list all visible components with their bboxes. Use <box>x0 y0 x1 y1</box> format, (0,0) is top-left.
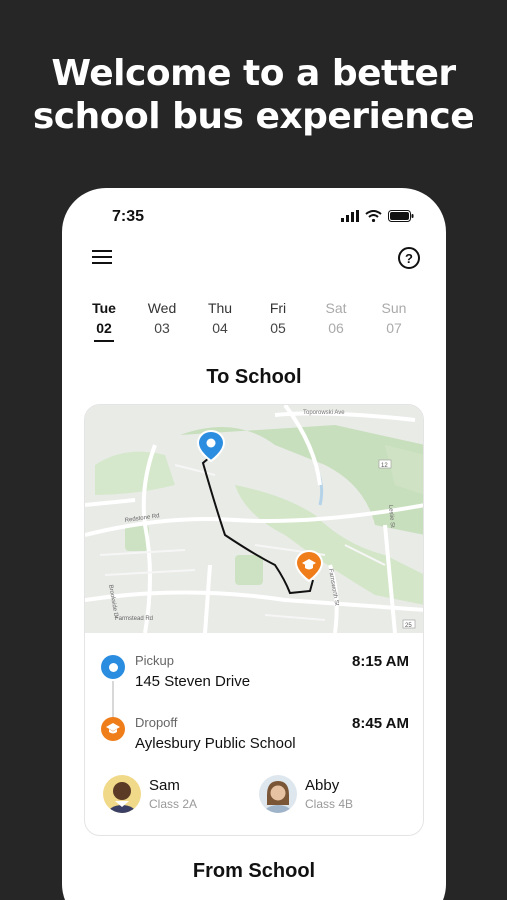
headline-line-1: Welcome to a better <box>51 53 456 94</box>
trip-card-to-school[interactable]: Toporowski Ave Redstone Rd Farnsworth St… <box>84 404 424 836</box>
battery-icon <box>388 210 414 222</box>
day-item[interactable]: Sun 07 <box>369 298 419 338</box>
headline: Welcome to a better school bus experienc… <box>0 52 507 138</box>
pickup-stop: Pickup 145 Steven Drive 8:15 AM <box>85 651 423 701</box>
student-class: Class 4B <box>305 797 354 811</box>
school-cap-icon <box>101 717 125 741</box>
app-bar: ? <box>62 244 446 274</box>
help-button[interactable]: ? <box>398 247 420 269</box>
map-route-shield: 12 <box>381 463 388 469</box>
phone-mockup: 7:35 ? Tue02Wed03Thu04Fri05Sat06Sun07M0 … <box>62 188 446 900</box>
signal-icon <box>341 210 359 222</box>
status-icons <box>341 210 414 222</box>
map-street-label: Farmstead Rd <box>115 616 153 622</box>
hamburger-menu-icon[interactable] <box>92 250 112 266</box>
map-street-label: Toporowski Ave <box>303 410 345 416</box>
day-name: Thu <box>207 300 233 316</box>
student-name: Sam <box>149 777 180 794</box>
dropoff-time: 8:45 AM <box>352 715 409 732</box>
day-name: Tue <box>92 300 116 316</box>
student-name: Abby <box>305 777 340 794</box>
day-item[interactable]: Thu 04 <box>195 298 245 338</box>
pickup-label: Pickup <box>135 653 175 668</box>
day-item[interactable]: Sat 06 <box>311 298 361 338</box>
wifi-icon <box>365 210 382 222</box>
dropoff-label: Dropoff <box>135 715 178 730</box>
status-time: 7:35 <box>112 208 145 225</box>
map-route-shield: 25 <box>405 623 412 629</box>
day-name: Sat <box>325 300 347 316</box>
dropoff-stop: Dropoff Aylesbury Public School 8:45 AM <box>85 713 423 763</box>
day-date: 06 <box>328 320 344 336</box>
pickup-time: 8:15 AM <box>352 653 409 670</box>
avatar <box>259 775 297 813</box>
day-item[interactable]: Wed 03 <box>137 298 187 338</box>
day-date: 03 <box>154 320 170 336</box>
map-label-toporowski: Toporowski Ave <box>303 410 345 416</box>
day-date: 04 <box>212 320 228 336</box>
to-school-title: To School <box>206 366 302 388</box>
status-bar: 7:35 <box>62 188 446 244</box>
day-item[interactable]: Fri 05 <box>253 298 303 338</box>
day-date: 05 <box>270 320 286 336</box>
day-date: 0 <box>427 318 446 338</box>
pickup-address: 145 Steven Drive <box>135 673 251 690</box>
dropoff-address: Aylesbury Public School <box>135 735 296 752</box>
pickup-pin-icon <box>101 655 125 679</box>
day-name: Sun <box>381 300 407 316</box>
day-date: 02 <box>96 320 112 336</box>
route-map[interactable]: Toporowski Ave Redstone Rd Farnsworth St… <box>85 405 424 633</box>
day-name: Fri <box>269 300 287 316</box>
day-name: Wed <box>147 300 177 316</box>
day-date: 07 <box>386 320 402 336</box>
day-item[interactable]: M0 <box>427 298 446 338</box>
avatar <box>103 775 141 813</box>
day-item[interactable]: Tue 02 <box>79 298 129 342</box>
headline-line-2: school bus experience <box>32 96 475 137</box>
day-selector: Tue 02 Wed 03 Thu 04 Fri 05 Sat 06 Sun 07 M0 <box>62 298 446 342</box>
from-school-title: From School <box>192 860 316 882</box>
day-name: M <box>427 298 446 318</box>
student-class: Class 2A <box>149 797 198 811</box>
